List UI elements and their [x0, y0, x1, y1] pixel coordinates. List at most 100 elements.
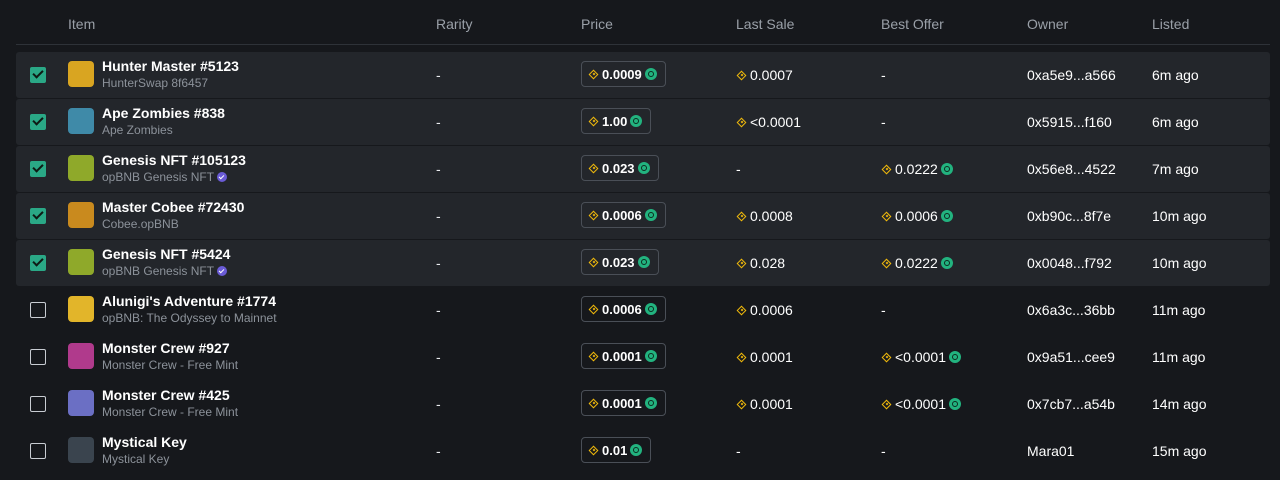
listed-cell: 14m ago	[1152, 381, 1206, 427]
last-sale-value: 0.028	[750, 255, 786, 271]
rarity-value: -	[436, 302, 441, 318]
owner-link[interactable]: 0x5915...f160	[1027, 114, 1112, 130]
header-item[interactable]: Item	[68, 16, 95, 32]
nft-thumbnail[interactable]	[68, 437, 94, 463]
owner-link[interactable]: 0x7cb7...a54b	[1027, 396, 1115, 412]
item-name[interactable]: Monster Crew #425	[102, 387, 230, 403]
best-offer-value: 0.0222	[895, 255, 938, 271]
table-row[interactable]: Ape Zombies #838 Ape Zombies - 1.00 <0.0001 -…	[16, 99, 1270, 145]
bnb-icon	[588, 351, 599, 362]
last-sale-cell: 0.0008	[736, 193, 793, 239]
nft-thumbnail[interactable]	[68, 249, 94, 275]
table-row[interactable]: Hunter Master #5123 HunterSwap 8f6457 - 0.0…	[16, 52, 1270, 98]
nft-thumbnail[interactable]	[68, 108, 94, 134]
owner-link[interactable]: 0x6a3c...36bb	[1027, 302, 1115, 318]
collection-name[interactable]: HunterSwap 8f6457	[102, 76, 208, 90]
price-button[interactable]: 0.01	[581, 437, 652, 463]
row-checkbox[interactable]	[30, 396, 46, 412]
best-offer-value: -	[881, 114, 886, 130]
bnb-icon	[881, 399, 892, 410]
row-checkbox[interactable]	[30, 302, 46, 318]
item-name[interactable]: Hunter Master #5123	[102, 58, 239, 74]
price-button[interactable]: 0.0006	[581, 202, 666, 228]
collection-name[interactable]: opBNB: The Odyssey to Mainnet	[102, 311, 277, 325]
rarity-value: -	[436, 443, 441, 459]
nft-thumbnail[interactable]	[68, 390, 94, 416]
owner-link[interactable]: Mara01	[1027, 443, 1074, 459]
rarity-cell: -	[436, 99, 441, 145]
owner-link[interactable]: 0x0048...f792	[1027, 255, 1112, 271]
collection-label: Monster Crew - Free Mint	[102, 405, 239, 419]
bnb-icon	[588, 398, 599, 409]
nft-thumbnail[interactable]	[68, 155, 94, 181]
owner-cell: 0x5915...f160	[1027, 99, 1112, 145]
table-row[interactable]: Genesis NFT #105123 opBNB Genesis NFT - 0.0…	[16, 146, 1270, 192]
bnb-icon	[881, 352, 892, 363]
best-offer-value: 0.0222	[895, 161, 938, 177]
last-sale-cell: -	[736, 146, 741, 192]
table-row[interactable]: Monster Crew #425 Monster Crew - Free Min…	[16, 381, 1270, 427]
table-row[interactable]: Mystical Key Mystical Key - 0.01 - - Mara01 15m…	[16, 428, 1270, 474]
header-price[interactable]: Price	[581, 16, 613, 32]
row-checkbox[interactable]	[30, 349, 46, 365]
collection-name[interactable]: Cobee.opBNB	[102, 217, 179, 231]
row-checkbox[interactable]	[30, 161, 46, 177]
item-name[interactable]: Monster Crew #927	[102, 340, 230, 356]
header-best-offer[interactable]: Best Offer	[881, 16, 944, 32]
header-listed[interactable]: Listed	[1152, 16, 1189, 32]
token-icon	[630, 115, 643, 127]
item-name[interactable]: Genesis NFT #5424	[102, 246, 230, 262]
price-value: 0.0001	[602, 348, 642, 364]
price-button[interactable]: 0.0006	[581, 296, 666, 322]
last-sale-value: -	[736, 161, 741, 177]
rarity-cell: -	[436, 146, 441, 192]
collection-name[interactable]: opBNB Genesis NFT	[102, 264, 228, 278]
best-offer-cell: 0.0222	[881, 146, 953, 192]
owner-link[interactable]: 0xb90c...8f7e	[1027, 208, 1111, 224]
table-row[interactable]: Genesis NFT #5424 opBNB Genesis NFT - 0.023…	[16, 240, 1270, 286]
item-name[interactable]: Master Cobee #72430	[102, 199, 244, 215]
table-row[interactable]: Master Cobee #72430 Cobee.opBNB - 0.0006 0.0…	[16, 193, 1270, 239]
collection-name[interactable]: Monster Crew - Free Mint	[102, 405, 238, 419]
nft-thumbnail[interactable]	[68, 296, 94, 322]
item-name[interactable]: Genesis NFT #105123	[102, 152, 246, 168]
owner-link[interactable]: 0xa5e9...a566	[1027, 67, 1116, 83]
header-rarity[interactable]: Rarity	[436, 16, 473, 32]
best-offer-cell: -	[881, 52, 886, 98]
listed-cell: 10m ago	[1152, 240, 1206, 286]
collection-name[interactable]: Monster Crew - Free Mint	[102, 358, 238, 372]
price-button[interactable]: 1.00	[581, 108, 652, 134]
collection-name[interactable]: Ape Zombies	[102, 123, 173, 137]
row-checkbox[interactable]	[30, 443, 46, 459]
header-last-sale[interactable]: Last Sale	[736, 16, 794, 32]
collection-name[interactable]: opBNB Genesis NFT	[102, 170, 228, 184]
table-row[interactable]: Monster Crew #927 Monster Crew - Free Min…	[16, 334, 1270, 380]
price-button[interactable]: 0.023	[581, 249, 659, 275]
row-checkbox[interactable]	[30, 208, 46, 224]
listed-time: 7m ago	[1152, 161, 1199, 177]
owner-cell: 0x6a3c...36bb	[1027, 287, 1115, 333]
bnb-icon	[588, 116, 599, 127]
listed-cell: 7m ago	[1152, 146, 1199, 192]
table-row[interactable]: Alunigi's Adventure #1774 opBNB: The Odys…	[16, 287, 1270, 333]
owner-link[interactable]: 0x9a51...cee9	[1027, 349, 1115, 365]
collection-name[interactable]: Mystical Key	[102, 452, 169, 466]
row-checkbox[interactable]	[30, 114, 46, 130]
listed-time: 10m ago	[1152, 208, 1207, 224]
item-name[interactable]: Ape Zombies #838	[102, 105, 225, 121]
row-checkbox[interactable]	[30, 255, 46, 271]
price-button[interactable]: 0.023	[581, 155, 659, 181]
nft-thumbnail[interactable]	[68, 61, 94, 87]
row-checkbox[interactable]	[30, 67, 46, 83]
header-owner[interactable]: Owner	[1027, 16, 1068, 32]
price-button[interactable]: 0.0001	[581, 390, 666, 416]
item-name[interactable]: Alunigi's Adventure #1774	[102, 293, 276, 309]
price-button[interactable]: 0.0009	[581, 61, 666, 87]
item-name[interactable]: Mystical Key	[102, 434, 187, 450]
last-sale-cell: 0.0006	[736, 287, 793, 333]
nft-thumbnail[interactable]	[68, 202, 94, 228]
price-button[interactable]: 0.0001	[581, 343, 666, 369]
table-header: Item Rarity Price Last Sale Best Offer O…	[16, 0, 1270, 45]
owner-link[interactable]: 0x56e8...4522	[1027, 161, 1116, 177]
nft-thumbnail[interactable]	[68, 343, 94, 369]
